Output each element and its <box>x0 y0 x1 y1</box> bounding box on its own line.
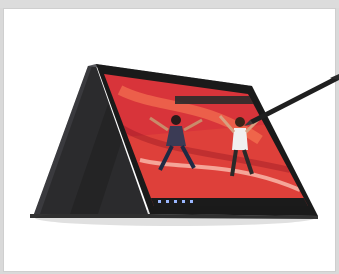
image-frame <box>0 0 339 274</box>
laptop-illustration <box>30 64 339 226</box>
